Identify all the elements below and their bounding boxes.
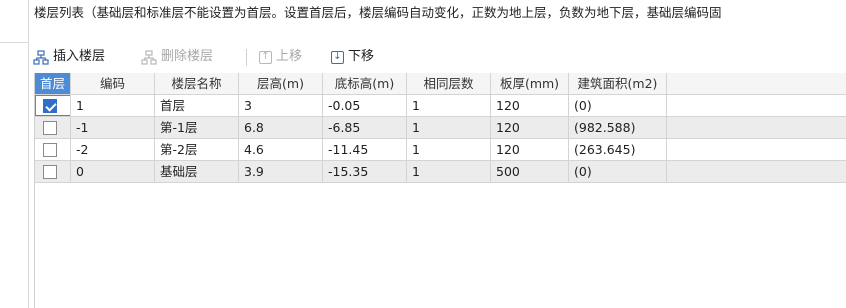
move-up-button[interactable]: ↑ 上移 [259,43,302,71]
bottom-elevation-cell[interactable]: -0.05 [323,95,407,117]
arrow-down-icon: ↓ [331,50,344,64]
column-header-code[interactable]: 编码 [71,73,155,95]
first-floor-cell[interactable] [35,95,71,117]
column-header-floor-height[interactable]: 层高(m) [239,73,323,95]
slab-thickness-cell[interactable]: 120 [491,139,569,161]
floor-name-cell[interactable]: 第-2层 [155,139,239,161]
table-header: 首层 编码 楼层名称 层高(m) 底标高(m) 相同层数 板厚(mm) 建筑面积… [35,73,846,95]
floor-name-cell[interactable]: 基础层 [155,161,239,183]
column-header-same-floors[interactable]: 相同层数 [407,73,491,95]
delete-floor-label: 删除楼层 [161,49,214,64]
row-filler [667,117,846,139]
floor-name-cell[interactable]: 首层 [155,95,239,117]
code-cell[interactable]: 0 [71,161,155,183]
first-floor-checkbox[interactable] [43,165,57,179]
first-floor-cell[interactable] [35,139,71,161]
insert-floor-icon [33,49,49,65]
floor-height-cell[interactable]: 4.6 [239,139,323,161]
bottom-elevation-cell[interactable]: -15.35 [323,161,407,183]
building-area-cell: (263.645) [569,139,667,161]
table-row[interactable]: -2 第-2层 4.6 -11.45 1 120 (263.645) [35,139,846,161]
code-cell[interactable]: -1 [71,117,155,139]
move-up-label: 上移 [276,49,303,64]
table-row[interactable]: 0 基础层 3.9 -15.35 1 500 (0) [35,161,846,183]
column-header-floor-name[interactable]: 楼层名称 [155,73,239,95]
floor-toolbar: 插入楼层 删除楼层 ↑ 上移 ↓ 下移 [29,43,846,71]
column-header-filler [667,73,846,95]
delete-floor-icon [141,49,157,65]
row-filler [667,139,846,161]
floor-name-cell[interactable]: 第-1层 [155,117,239,139]
column-header-building-area[interactable]: 建筑面积(m2) [569,73,667,95]
row-filler [667,95,846,117]
same-floors-cell[interactable]: 1 [407,117,491,139]
same-floors-cell[interactable]: 1 [407,95,491,117]
floor-list-panel: 楼层列表（基础层和标准层不能设置为首层。设置首层后，楼层编码自动变化，正数为地上… [29,0,846,308]
toolbar-separator [246,49,247,66]
floor-list-description: 楼层列表（基础层和标准层不能设置为首层。设置首层后，楼层编码自动变化，正数为地上… [34,5,722,20]
table-row[interactable]: -1 第-1层 6.8 -6.85 1 120 (982.588) [35,117,846,139]
move-down-button[interactable]: ↓ 下移 [331,43,374,71]
code-cell[interactable]: 1 [71,95,155,117]
building-area-cell: (982.588) [569,117,667,139]
slab-thickness-cell[interactable]: 120 [491,95,569,117]
slab-thickness-cell[interactable]: 120 [491,117,569,139]
insert-floor-button[interactable]: 插入楼层 [33,43,105,71]
bottom-elevation-cell[interactable]: -6.85 [323,117,407,139]
insert-floor-label: 插入楼层 [53,49,106,64]
move-down-label: 下移 [348,49,375,64]
column-header-bottom-elevation[interactable]: 底标高(m) [323,73,407,95]
slab-thickness-cell[interactable]: 500 [491,161,569,183]
building-area-cell: (0) [569,95,667,117]
arrow-up-icon: ↑ [259,50,272,64]
building-area-cell: (0) [569,161,667,183]
column-header-first-floor[interactable]: 首层 [35,73,71,95]
delete-floor-button[interactable]: 删除楼层 [141,43,213,71]
first-floor-checkbox[interactable] [43,143,57,157]
column-header-slab-thickness[interactable]: 板厚(mm) [491,73,569,95]
first-floor-cell[interactable] [35,161,71,183]
bottom-elevation-cell[interactable]: -11.45 [323,139,407,161]
first-floor-checkbox[interactable] [43,99,57,113]
first-floor-cell[interactable] [35,117,71,139]
first-floor-checkbox[interactable] [43,121,57,135]
floor-height-cell[interactable]: 3 [239,95,323,117]
table-row[interactable]: 1 首层 3 -0.05 1 120 (0) [35,95,846,117]
left-panel-edge [0,0,29,308]
left-panel-divider [0,42,28,43]
row-filler [667,161,846,183]
same-floors-cell[interactable]: 1 [407,139,491,161]
code-cell[interactable]: -2 [71,139,155,161]
same-floors-cell[interactable]: 1 [407,161,491,183]
floor-height-cell[interactable]: 6.8 [239,117,323,139]
floor-height-cell[interactable]: 3.9 [239,161,323,183]
floor-table: 首层 编码 楼层名称 层高(m) 底标高(m) 相同层数 板厚(mm) 建筑面积… [34,73,846,308]
